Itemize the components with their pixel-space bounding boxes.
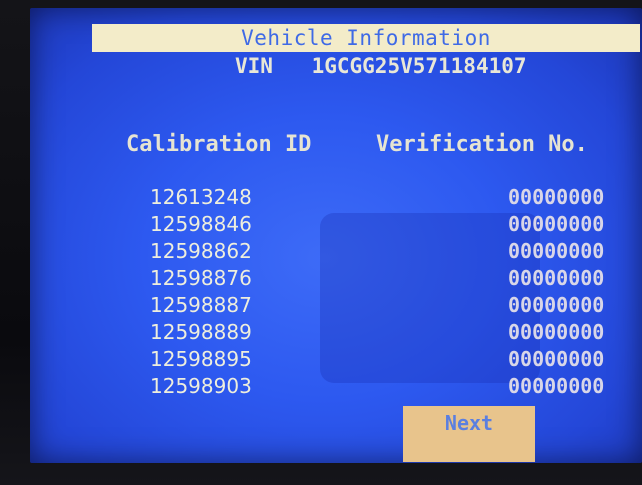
verification-no-cell: 00000000 xyxy=(508,320,605,344)
calibration-id-cell: 12598862 xyxy=(150,239,252,263)
calibration-id-cell: 12598876 xyxy=(150,266,252,290)
display-screen: Vehicle Information VIN 1GCGG25V57118410… xyxy=(30,8,642,463)
verification-no-list: 00000000 00000000 00000000 00000000 0000… xyxy=(508,184,604,400)
next-button[interactable]: Next xyxy=(403,406,535,462)
calibration-id-cell: 12598889 xyxy=(150,320,252,344)
device-bezel: Vehicle Information VIN 1GCGG25V57118410… xyxy=(0,0,642,485)
verification-no-cell: 00000000 xyxy=(508,212,605,236)
calibration-id-list: 12613248 12598846 12598862 12598876 1259… xyxy=(150,184,252,400)
verification-no-cell: 00000000 xyxy=(508,293,605,317)
verification-no-cell: 00000000 xyxy=(508,266,605,290)
calibration-id-cell: 12598903 xyxy=(150,374,252,398)
calibration-id-cell: 12613248 xyxy=(150,185,252,209)
vin-label: VIN xyxy=(235,54,273,78)
verification-no-cell: 00000000 xyxy=(508,185,605,209)
vin-value: 1GCGG25V571184107 xyxy=(311,54,527,78)
verification-no-cell: 00000000 xyxy=(508,239,605,263)
verification-no-cell: 00000000 xyxy=(508,374,605,398)
calibration-id-cell: 12598895 xyxy=(150,347,252,371)
verification-no-header: Verification No. xyxy=(376,132,588,157)
calibration-id-cell: 12598846 xyxy=(150,212,252,236)
verification-no-cell: 00000000 xyxy=(508,347,605,371)
calibration-id-cell: 12598887 xyxy=(150,293,252,317)
calibration-id-header: Calibration ID xyxy=(126,132,312,157)
vin-row: VIN 1GCGG25V571184107 xyxy=(235,52,565,80)
screen-title: Vehicle Information xyxy=(92,24,640,52)
screen-glare xyxy=(320,213,540,383)
